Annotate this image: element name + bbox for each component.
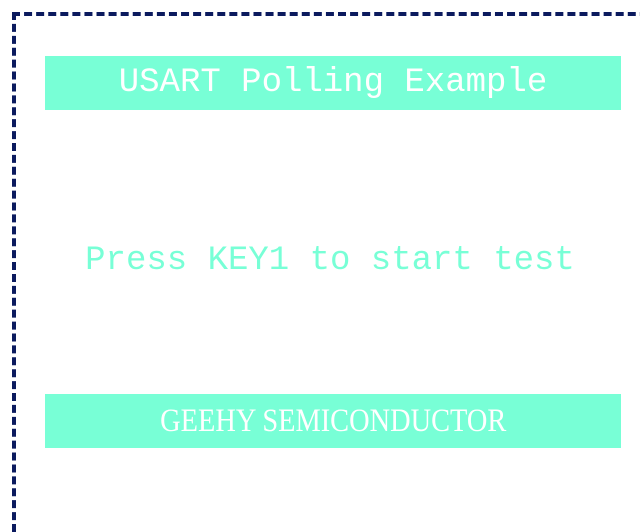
footer-banner: GEEHY SEMICONDUCTOR <box>45 394 621 448</box>
title-banner: USART Polling Example <box>45 56 621 110</box>
instruction-text: Press KEY1 to start test <box>85 242 575 280</box>
title-text: USART Polling Example <box>118 64 548 102</box>
footer-text: GEEHY SEMICONDUCTOR <box>159 402 507 439</box>
